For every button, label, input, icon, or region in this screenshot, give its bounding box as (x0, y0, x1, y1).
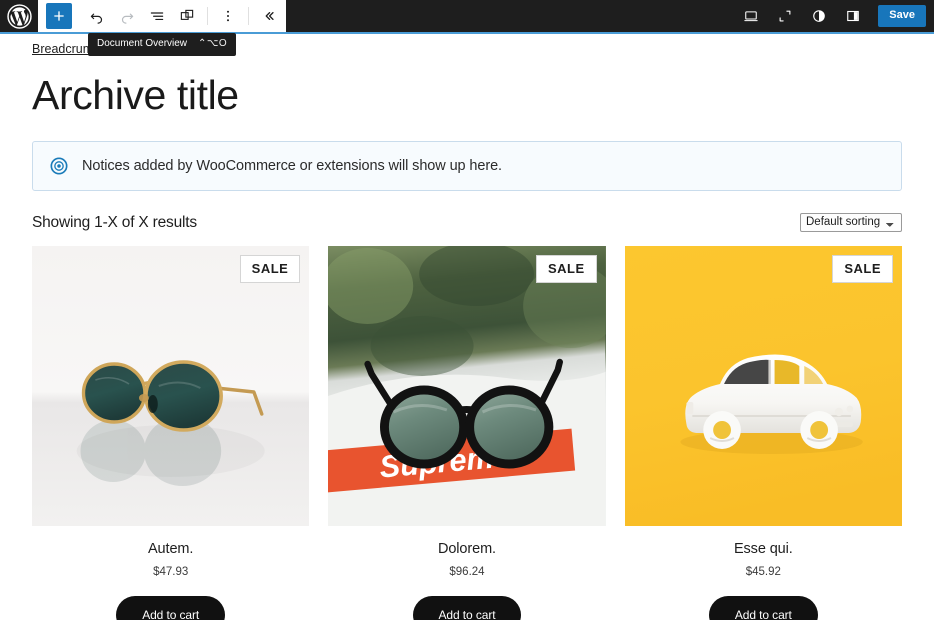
product-price: $47.93 (153, 566, 188, 578)
sidebar-panel-icon (844, 7, 862, 25)
view-device-button[interactable] (736, 3, 766, 29)
copy-blocks-icon (178, 7, 196, 25)
tooltip-shortcut: ⌃⌥O (198, 39, 227, 49)
product-card-esse-qui[interactable]: SALE Esse qui. $45.92 Add to cart (625, 246, 902, 620)
editor-header-bar: Save Document Overview ⌃⌥O (0, 0, 934, 32)
options-button[interactable] (213, 3, 243, 29)
page-title: Archive title (32, 72, 902, 119)
product-grid: SALE Autem. $47.93 Add to cart (32, 246, 902, 620)
toolbar-divider (207, 7, 208, 25)
header-spacer (286, 0, 736, 32)
editor-left-toolbar (38, 0, 286, 32)
product-price: $45.92 (746, 566, 781, 578)
info-circle-icon (49, 156, 69, 176)
product-price: $96.24 (449, 566, 484, 578)
sale-badge: SALE (832, 255, 893, 283)
three-dots-vertical-icon (219, 7, 237, 25)
plus-icon (51, 8, 67, 24)
add-to-cart-button[interactable]: Add to cart (116, 596, 225, 620)
expand-corners-icon (776, 7, 794, 25)
product-title[interactable]: Esse qui. (734, 541, 793, 557)
document-overview-tooltip: Document Overview ⌃⌥O (88, 33, 236, 56)
black-sunglasses-supreme-image: Supreme (328, 246, 605, 526)
sorting-select[interactable]: Default sorting (800, 213, 902, 232)
product-card-autem[interactable]: SALE Autem. $47.93 Add to cart (32, 246, 309, 620)
editor-canvas: Breadcrumb / Navigation Archive title No… (0, 32, 934, 620)
contrast-circle-icon (810, 7, 828, 25)
product-title[interactable]: Dolorem. (438, 541, 496, 557)
undo-arrow-icon (88, 7, 106, 25)
undo-button[interactable] (82, 3, 112, 29)
product-image-wrap[interactable]: Supreme SALE (328, 246, 605, 526)
wordpress-logo-button[interactable] (0, 0, 38, 32)
settings-button[interactable] (838, 3, 868, 29)
save-button[interactable]: Save (878, 5, 926, 27)
add-to-cart-button[interactable]: Add to cart (413, 596, 522, 620)
product-title[interactable]: Autem. (148, 541, 193, 557)
wordpress-logo-icon (7, 4, 32, 29)
styles-button[interactable] (804, 3, 834, 29)
redo-arrow-icon (118, 7, 136, 25)
sale-badge: SALE (536, 255, 597, 283)
tooltip-label: Document Overview (97, 39, 187, 49)
woocommerce-notice: Notices added by WooCommerce or extensio… (32, 141, 902, 191)
desktop-icon (742, 7, 760, 25)
site-content: Breadcrumb / Navigation Archive title No… (0, 34, 934, 620)
results-bar: Showing 1-X of X results Default sorting (32, 213, 902, 232)
document-overview-button[interactable] (142, 3, 172, 29)
sale-badge: SALE (240, 255, 301, 283)
add-block-button[interactable] (46, 3, 72, 29)
notice-text: Notices added by WooCommerce or extensio… (82, 158, 502, 174)
white-toy-car-yellow-background-image (625, 246, 902, 526)
double-chevron-left-icon (260, 7, 278, 25)
result-count: Showing 1-X of X results (32, 214, 197, 232)
editor-right-toolbar: Save (736, 0, 934, 32)
list-view-icon (148, 7, 166, 25)
product-image-wrap[interactable]: SALE (32, 246, 309, 526)
collapse-sidebar-button[interactable] (254, 3, 284, 29)
preview-button[interactable] (770, 3, 800, 29)
block-inserter-button[interactable] (172, 3, 202, 29)
product-image-wrap[interactable]: SALE (625, 246, 902, 526)
product-card-dolorem[interactable]: Supreme SALE D (328, 246, 605, 620)
toolbar-divider-2 (248, 7, 249, 25)
add-to-cart-button[interactable]: Add to cart (709, 596, 818, 620)
redo-button[interactable] (112, 3, 142, 29)
gold-round-sunglasses-image (32, 246, 309, 526)
